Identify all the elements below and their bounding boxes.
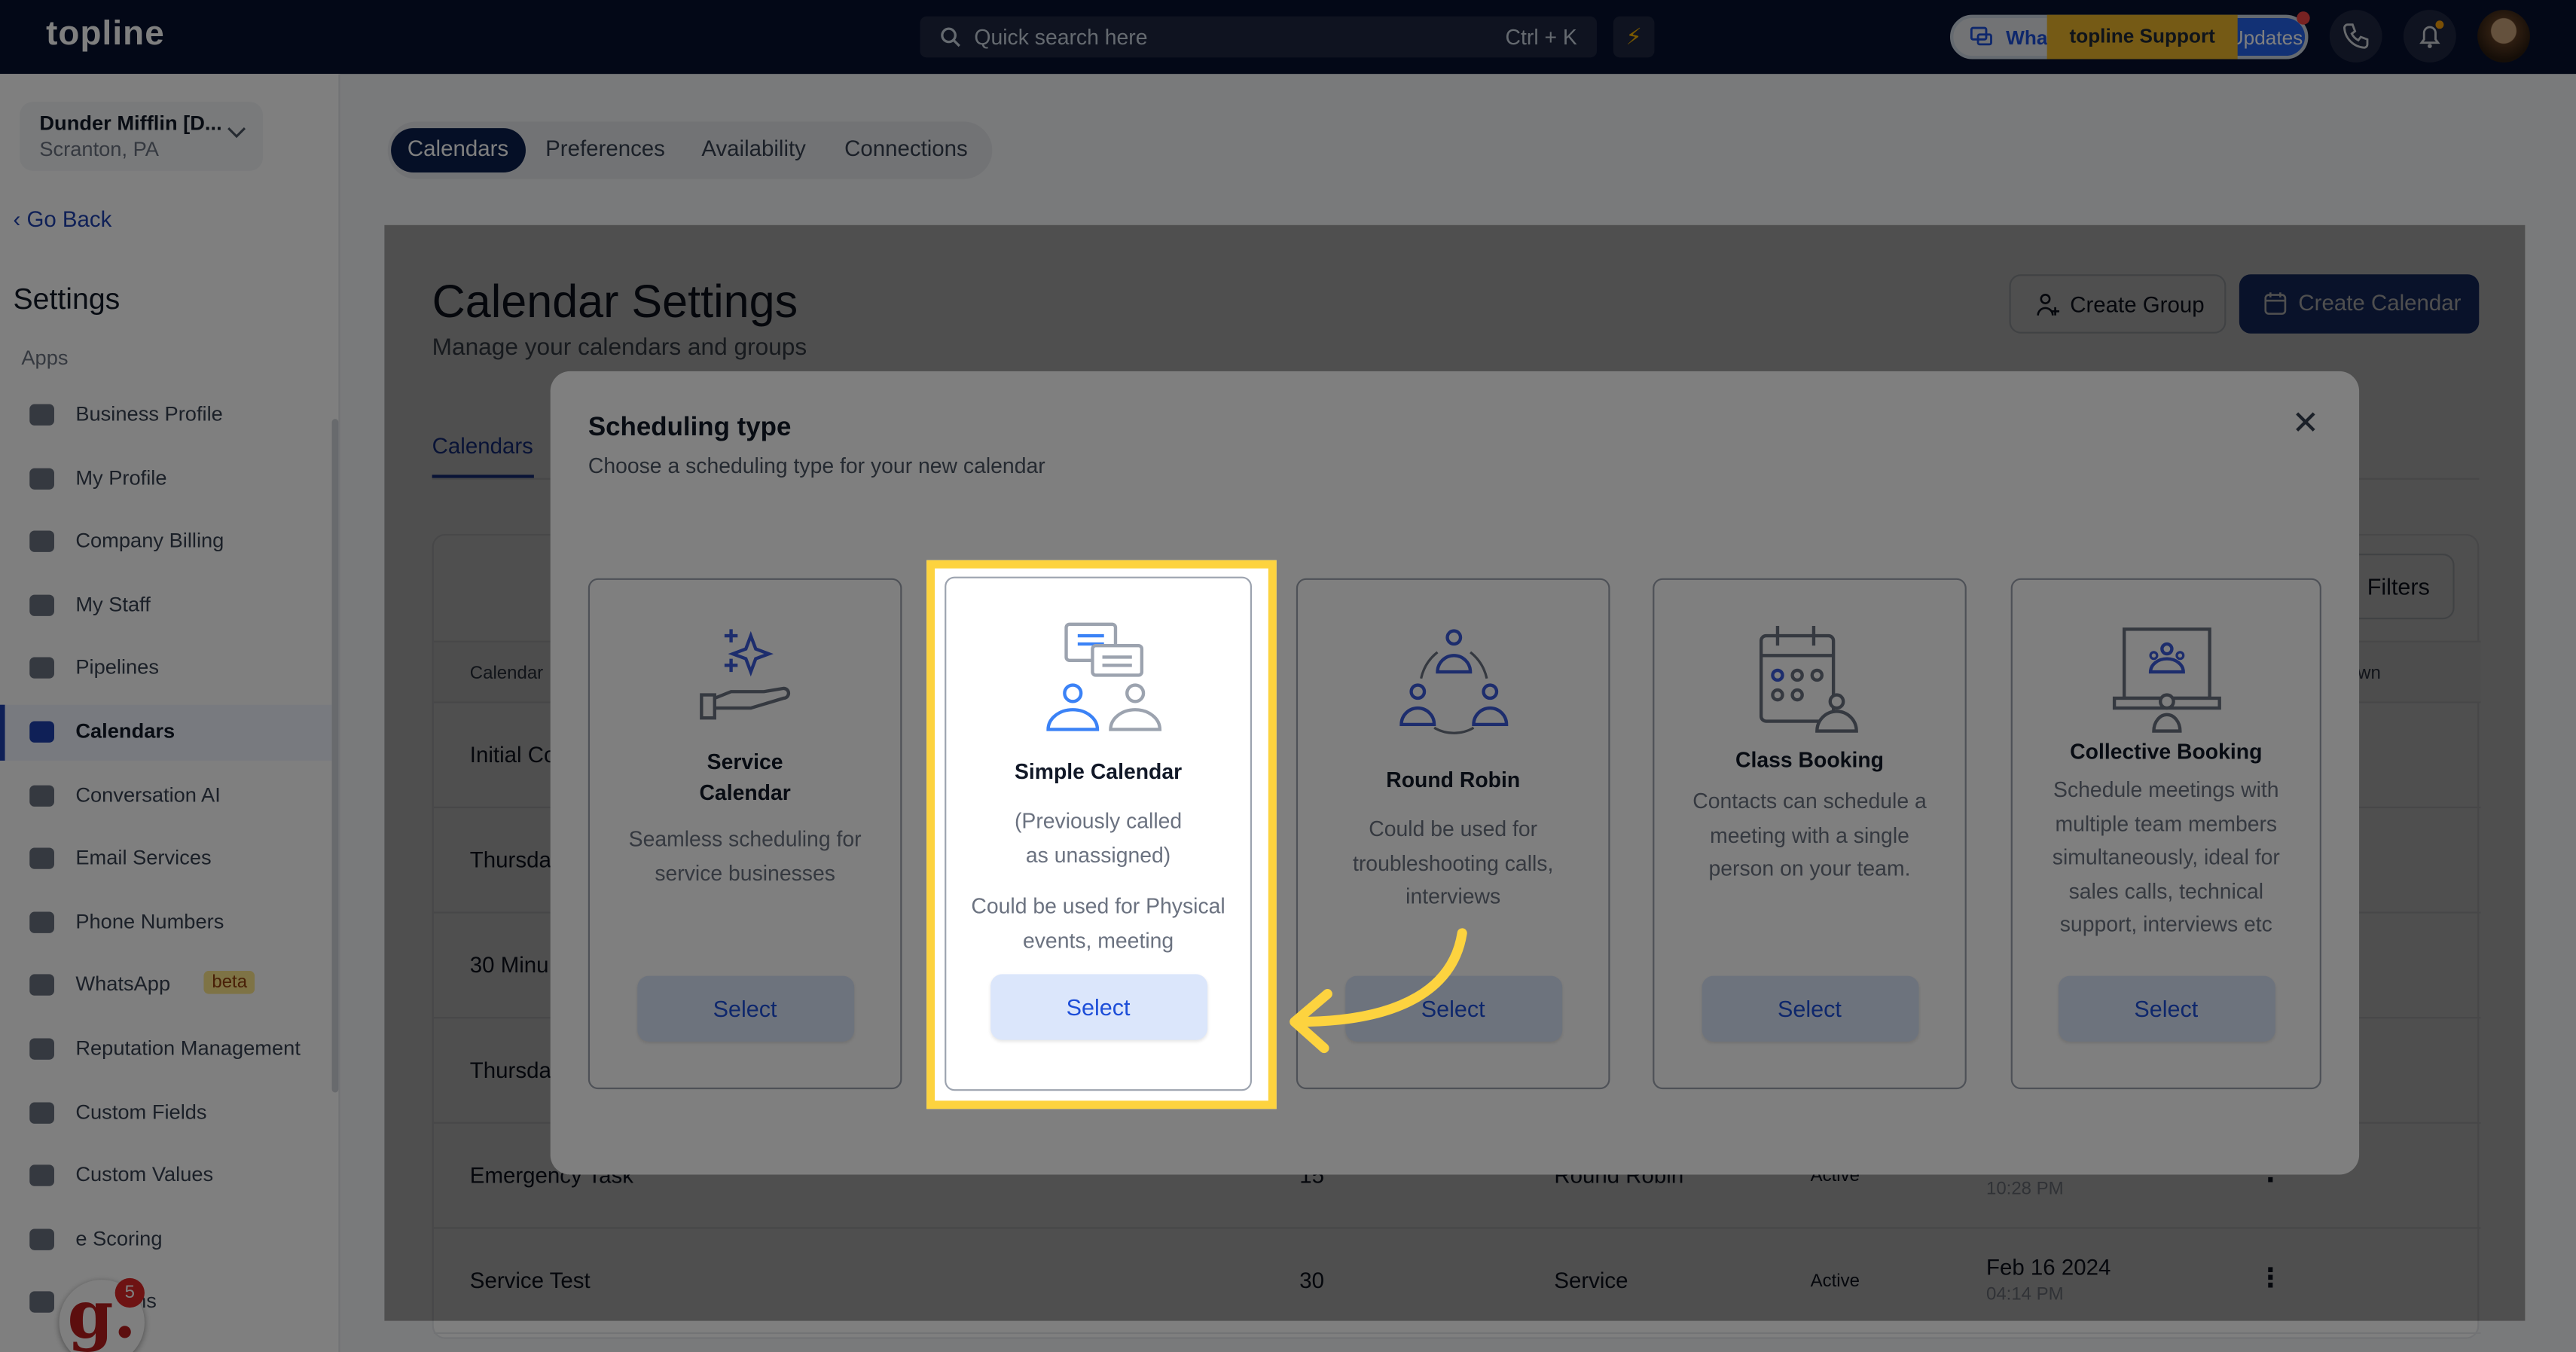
card-description: Could be used for Physical events, meeti…: [971, 893, 1225, 952]
chat-people-icon: [946, 621, 1250, 731]
card-title: Simple Calendar: [1014, 758, 1183, 784]
highlight-frame: Simple Calendar (Previously called as una…: [926, 560, 1277, 1109]
spotlight-dim-overlay: [0, 0, 2576, 1352]
select-button[interactable]: Select: [990, 974, 1207, 1040]
pointer-arrow-icon: [1290, 928, 1467, 1054]
scheduling-card-simple-calendar[interactable]: Simple Calendar (Previously called as una…: [945, 576, 1253, 1091]
card-note: (Previously called as unassigned): [1014, 808, 1183, 867]
